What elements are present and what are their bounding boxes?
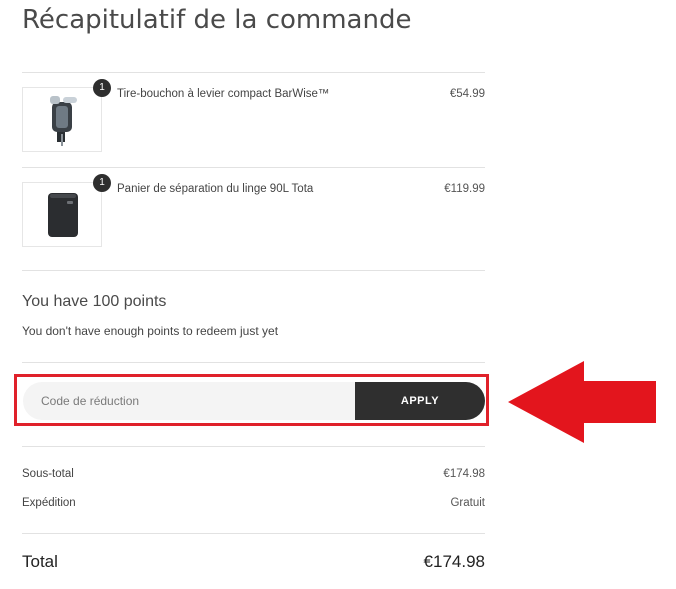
order-summary-page: Récapitulatif de la commande 1 Tire-bouc…: [0, 0, 676, 589]
subtotal-label: Sous-total: [22, 468, 74, 480]
divider: [22, 72, 485, 73]
divider: [22, 167, 485, 168]
discount-code-input[interactable]: [23, 382, 358, 420]
red-arrow-icon: [508, 361, 656, 443]
item-name: Tire-bouchon à levier compact BarWise™: [117, 88, 330, 100]
item-price: €119.99: [444, 183, 485, 195]
shipping-value: Gratuit: [450, 497, 485, 509]
page-title: Récapitulatif de la commande: [22, 5, 412, 35]
corkscrew-product-image: [22, 87, 102, 152]
item-price: €54.99: [449, 88, 485, 100]
cart-item: 1 Panier de séparation du linge 90L Tota…: [22, 174, 485, 252]
points-message: You don't have enough points to redeem j…: [22, 324, 279, 338]
divider: [22, 446, 485, 447]
divider: [22, 270, 485, 271]
shipping-label: Expédition: [22, 497, 76, 509]
item-name: Panier de séparation du linge 90L Tota: [117, 183, 314, 195]
quantity-badge: 1: [93, 79, 111, 97]
subtotal-value: €174.98: [443, 468, 485, 480]
divider: [22, 362, 485, 363]
total-label: Total: [22, 552, 58, 571]
cart-item: 1 Tire-bouchon à levier compact BarWise™…: [22, 79, 485, 157]
quantity-badge: 1: [93, 174, 111, 192]
points-balance: You have 100 points: [22, 293, 167, 310]
apply-button[interactable]: APPLY: [355, 382, 485, 420]
laundry-basket-product-image: [22, 182, 102, 247]
total-value: €174.98: [423, 552, 485, 571]
divider: [22, 533, 485, 534]
